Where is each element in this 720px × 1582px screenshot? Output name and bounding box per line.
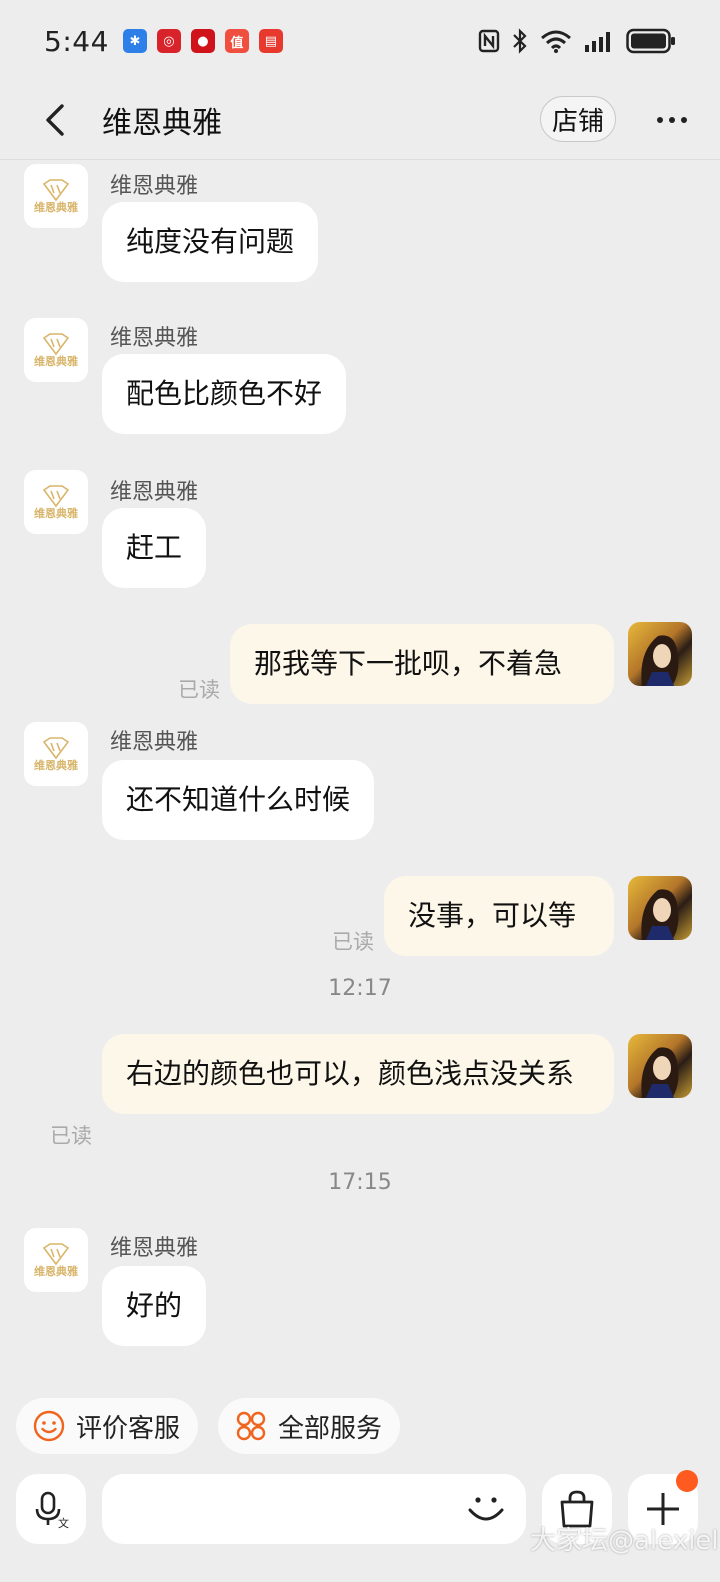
sender-name: 维恩典雅: [110, 1236, 199, 1261]
shop-avatar[interactable]: 维恩典雅: [24, 470, 88, 534]
page-title: 维恩典雅: [102, 106, 222, 141]
user-avatar[interactable]: [628, 876, 692, 940]
dot-icon: [657, 117, 663, 123]
battery-icon: [626, 28, 675, 54]
shop-logo-text: 维恩典雅: [34, 507, 78, 520]
more-options-button[interactable]: [650, 100, 694, 140]
svg-text:文: 文: [58, 1516, 69, 1529]
red-app-icon: ●: [190, 29, 215, 53]
user-avatar-image: [641, 1047, 679, 1098]
bank-of-china-icon: ◎: [156, 29, 181, 53]
status-time: 5:44: [44, 24, 109, 58]
shop-logo-icon: [42, 333, 70, 356]
signal-icon: [585, 32, 610, 52]
grid-icon: [236, 1411, 266, 1441]
chat-message-list[interactable]: 维恩典雅 维恩典雅 纯度没有问题 维恩典雅 维恩典雅 配色比颜色不好 维恩典雅 …: [0, 160, 720, 1390]
message-bubble[interactable]: 纯度没有问题: [102, 202, 319, 282]
shop-logo-text: 维恩典雅: [34, 1265, 78, 1278]
microphone-icon: 文: [35, 1491, 69, 1529]
sender-name: 维恩典雅: [110, 480, 199, 505]
shop-logo-icon: [42, 1243, 70, 1266]
sender-name: 维恩典雅: [110, 730, 199, 755]
read-status: 已读: [332, 930, 374, 954]
message-bubble[interactable]: 那我等下一批呗，不着急: [230, 624, 614, 704]
read-status: 已读: [50, 1124, 92, 1148]
read-status: 已读: [178, 678, 220, 702]
timestamp: 17:15: [328, 1170, 392, 1195]
user-avatar-image: [641, 635, 679, 686]
smzdm-icon: 值: [224, 29, 249, 53]
sender-name: 维恩典雅: [110, 174, 199, 199]
system-icons: [478, 28, 676, 54]
notification-badge: [676, 1470, 698, 1492]
notification-icons: ✱ ◎ ● 值 ▤: [122, 29, 283, 53]
store-button[interactable]: 店铺: [540, 96, 616, 142]
nfc-icon: [478, 29, 500, 53]
wifi-icon: [541, 30, 571, 53]
user-avatar[interactable]: [628, 1034, 692, 1098]
chat-header: 维恩典雅 店铺: [0, 82, 720, 160]
user-avatar-image: [641, 889, 679, 940]
emoji-button[interactable]: [462, 1484, 510, 1532]
shop-avatar[interactable]: 维恩典雅: [24, 722, 88, 786]
shop-logo-text: 维恩典雅: [34, 201, 78, 214]
timestamp: 12:17: [328, 976, 392, 1001]
message-bubble[interactable]: 没事，可以等: [384, 876, 614, 956]
message-bubble[interactable]: 配色比颜色不好: [102, 354, 347, 434]
message-bubble[interactable]: 好的: [102, 1266, 207, 1346]
bluetooth-icon: [513, 28, 527, 54]
message-bubble[interactable]: 右边的颜色也可以，颜色浅点没关系: [102, 1034, 614, 1114]
voice-input-button[interactable]: 文: [16, 1474, 86, 1544]
shop-logo-text: 维恩典雅: [34, 759, 78, 772]
rate-service-button[interactable]: 评价客服: [16, 1398, 199, 1454]
shop-avatar[interactable]: 维恩典雅: [24, 164, 88, 228]
message-bubble[interactable]: 赶工: [102, 508, 207, 588]
bank-app-icon: ✱: [122, 29, 147, 53]
back-button[interactable]: [36, 100, 76, 140]
shop-logo-icon: [42, 485, 70, 508]
smiley-icon: [33, 1410, 65, 1442]
watermark: 大家坛@alexiel: [530, 1526, 719, 1556]
user-avatar[interactable]: [628, 622, 692, 686]
message-bubble[interactable]: 还不知道什么时候: [102, 760, 375, 840]
all-services-button[interactable]: 全部服务: [218, 1398, 401, 1454]
quick-action-label: 评价客服: [76, 1413, 181, 1444]
status-bar: 5:44 ✱ ◎ ● 值 ▤: [0, 0, 720, 82]
shop-avatar[interactable]: 维恩典雅: [24, 1228, 88, 1292]
shop-avatar[interactable]: 维恩典雅: [24, 318, 88, 382]
dot-icon: [669, 117, 675, 123]
quick-action-label: 全部服务: [278, 1413, 383, 1444]
dot-icon: [681, 117, 687, 123]
shop-logo-text: 维恩典雅: [34, 355, 78, 368]
book-app-icon: ▤: [258, 29, 283, 53]
sender-name: 维恩典雅: [110, 326, 199, 351]
shop-logo-icon: [42, 737, 70, 760]
quick-actions-bar: 评价客服 全部服务: [16, 1398, 401, 1454]
shop-logo-icon: [42, 179, 70, 202]
